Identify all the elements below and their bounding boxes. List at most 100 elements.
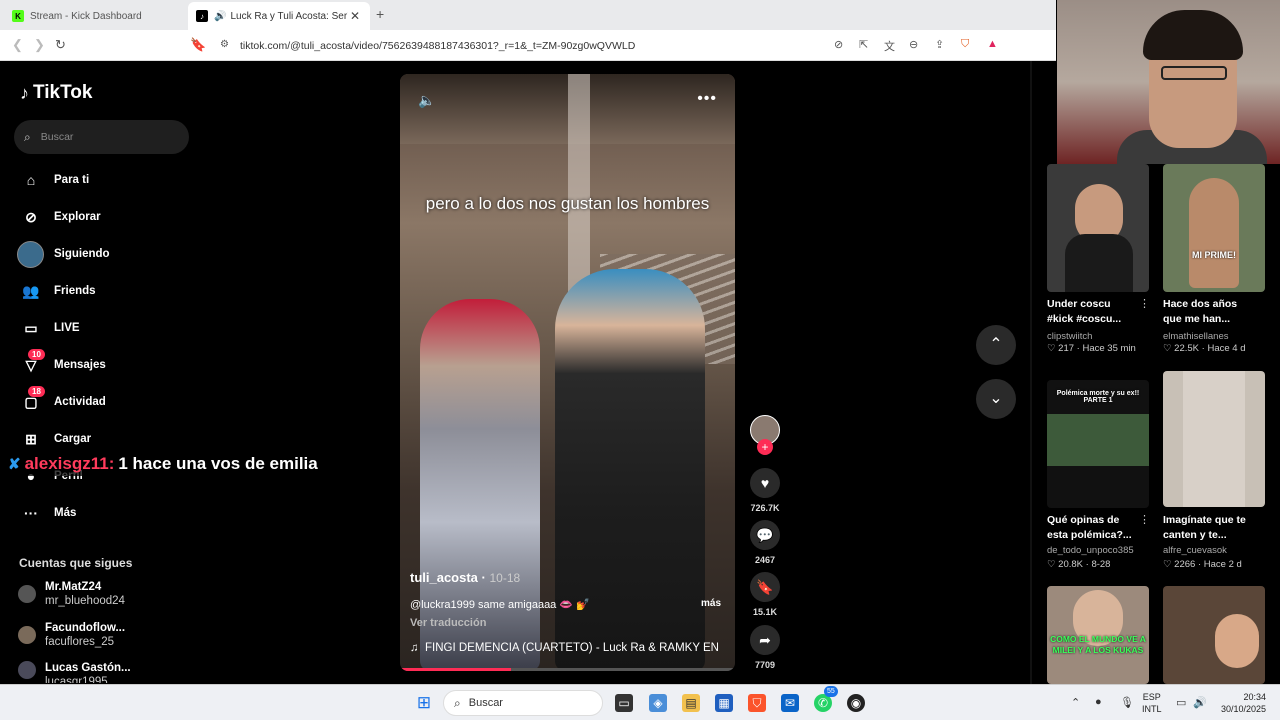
related-time: Hace 4 d — [1207, 343, 1246, 354]
sidebar-item-mas[interactable]: ··· Más — [20, 500, 76, 526]
sidebar-item-siguiendo[interactable]: Siguiendo — [17, 240, 110, 268]
file-explorer-icon[interactable]: ▤ — [682, 694, 700, 712]
related-video-thumbnail[interactable] — [1163, 371, 1265, 507]
related-video-title[interactable]: Hace dos años que me han... — [1163, 297, 1255, 327]
thumbnail-figure — [1183, 371, 1245, 507]
related-video-author[interactable]: clipstwiitch — [1047, 331, 1092, 342]
browser-tab-bar: K Stream - Kick Dashboard ♪ 🔊 Luck Ra y … — [0, 0, 1056, 30]
more-options-icon[interactable]: ⋮ — [1139, 513, 1150, 526]
following-account[interactable]: Facundoflow... facuflores_25 — [18, 621, 125, 649]
heart-outline-icon: ♡ — [1047, 343, 1056, 354]
related-video-thumbnail[interactable] — [1163, 586, 1265, 684]
related-video-title[interactable]: Imagínate que te canten y te... — [1163, 513, 1255, 543]
search-icon: ⌕ — [24, 129, 31, 144]
related-video-thumbnail[interactable] — [1047, 164, 1149, 292]
chat-username: alexisgz11: — [24, 454, 115, 473]
related-video-author[interactable]: alfre_cuevasok — [1163, 545, 1227, 556]
music-info[interactable]: ♫ FINGI DEMENCIA (CUARTETO) - Luck Ra & … — [410, 642, 719, 654]
like-button[interactable]: ♥ 726.7K — [748, 468, 782, 513]
previous-video-button[interactable]: ⌃ — [976, 325, 1016, 365]
sidebar-item-explorar[interactable]: ⊘ Explorar — [20, 204, 101, 230]
translate-icon[interactable]: 文 — [884, 38, 895, 54]
heart-icon: ♥ — [750, 468, 780, 498]
thumbnail-overlay-text: MI PRIME! — [1192, 250, 1236, 260]
sidebar-item-friends[interactable]: 👥 Friends — [20, 278, 95, 304]
thumbnail-overlay-text: Polémica morte y su ex!! PARTE 1 — [1056, 390, 1140, 404]
tiktok-logo[interactable]: ♪ TikTok — [20, 82, 92, 104]
sidebar-item-para-ti[interactable]: ⌂ Para ti — [20, 167, 89, 193]
share-arrow-icon: ➦ — [750, 625, 780, 655]
related-video-author[interactable]: elmathisellanes — [1163, 331, 1228, 342]
close-tab-icon[interactable]: ✕ — [348, 9, 362, 23]
outlook-icon[interactable]: ✉ — [781, 694, 799, 712]
messages-icon: ▽ 10 — [20, 348, 45, 374]
audio-playing-icon[interactable]: 🔊 — [214, 11, 226, 22]
whatsapp-badge: 55 — [824, 686, 838, 697]
follow-plus-icon[interactable]: + — [757, 439, 773, 455]
share-button[interactable]: ➦ 7709 — [748, 625, 782, 670]
related-video-title[interactable]: Under coscu #kick #coscu... — [1047, 297, 1139, 327]
related-video-thumbnail[interactable]: Polémica morte y su ex!! PARTE 1 — [1047, 380, 1149, 508]
related-video-thumbnail[interactable]: COMO EL MUNDO VE A MILEI Y A LOS KUKAS — [1047, 586, 1149, 684]
site-settings-icon[interactable]: ⚙ — [220, 39, 229, 50]
sidebar-item-label: Explorar — [54, 211, 101, 223]
video-progress-bar[interactable] — [400, 668, 735, 671]
related-video-thumbnail[interactable]: MI PRIME! — [1163, 164, 1265, 292]
next-video-button[interactable]: ⌄ — [976, 379, 1016, 419]
more-options-icon[interactable]: ••• — [697, 90, 717, 108]
activity-badge: 18 — [28, 385, 45, 397]
sidebar-item-actividad[interactable]: ▢ 18 Actividad — [20, 385, 106, 415]
sidebar-item-mensajes[interactable]: ▽ 10 Mensajes — [20, 348, 106, 378]
new-tab-button[interactable]: + — [376, 6, 384, 22]
language-indicator[interactable]: ESP INTL — [1142, 691, 1162, 715]
reload-icon[interactable]: ↻ — [55, 37, 66, 53]
forward-icon[interactable]: ❯ — [34, 37, 45, 53]
expand-description-button[interactable]: más — [701, 598, 721, 609]
bookmark-icon[interactable]: 🔖 — [190, 37, 206, 53]
stream-chat-overlay: ✘ alexisgz11: 1 hace una vos de emilia — [8, 452, 322, 476]
store-icon[interactable]: ▦ — [715, 694, 733, 712]
taskbar-search[interactable]: ⌕ Buscar — [443, 690, 603, 716]
following-account[interactable]: Mr.MatZ24 mr_bluehood24 — [18, 580, 125, 608]
task-view-icon[interactable]: ▭ — [615, 694, 633, 712]
clock[interactable]: 20:34 30/10/2025 — [1214, 691, 1266, 715]
brave-shield-icon[interactable]: ⛉ — [961, 38, 969, 51]
tray-app-icon[interactable]: ● — [1095, 696, 1102, 708]
zoom-icon[interactable]: ⊖ — [909, 38, 918, 51]
sidebar-item-cargar[interactable]: ⊞ Cargar — [20, 426, 91, 452]
video-author[interactable]: tuli_acosta · 10-18 — [410, 570, 520, 585]
network-icon[interactable]: ▭ — [1176, 696, 1186, 709]
microphone-icon[interactable]: 🎙 — [1120, 696, 1134, 709]
brave-rewards-icon[interactable]: ▲ — [987, 38, 998, 50]
sidebar-item-label: LIVE — [54, 322, 80, 334]
no-image-icon[interactable]: ⊘ — [834, 38, 843, 51]
volume-icon[interactable]: 🔈 — [418, 92, 435, 109]
widgets-icon[interactable]: ◈ — [649, 694, 667, 712]
live-icon: ▭ — [24, 319, 38, 336]
heart-outline-icon: ♡ — [1163, 343, 1172, 354]
search-input[interactable]: ⌕ Buscar — [14, 120, 189, 154]
tray-chevron-up-icon[interactable]: ⌃ — [1071, 696, 1080, 709]
video-player[interactable]: pero a lo dos nos gustan los hombres 🔈 •… — [400, 74, 735, 671]
following-account[interactable]: Lucas Gastón... lucasgr1995 — [18, 661, 131, 683]
obs-icon[interactable]: ◉ — [847, 694, 865, 712]
save-button[interactable]: 🔖 15.1K — [748, 572, 782, 617]
more-options-icon[interactable]: ⋮ — [1139, 297, 1150, 310]
author-name: tuli_acosta — [410, 570, 478, 585]
thumbnail-figure — [1189, 178, 1239, 288]
open-external-icon[interactable]: ⇱ — [859, 38, 868, 51]
related-video-author[interactable]: de_todo_unpoco385 — [1047, 545, 1134, 556]
translate-link[interactable]: Ver traducción — [410, 617, 486, 629]
thumbnail-figure — [1047, 414, 1149, 466]
comment-button[interactable]: 💬 2467 — [748, 520, 782, 565]
whatsapp-icon[interactable]: ✆ 55 — [814, 686, 838, 712]
sidebar-item-live[interactable]: ▭ LIVE — [20, 315, 80, 341]
volume-tray-icon[interactable]: 🔊 — [1193, 696, 1207, 709]
tab-tiktok-video[interactable]: ♪ 🔊 Luck Ra y Tuli Acosta: Seríamos ✕ — [188, 2, 370, 30]
windows-start-icon[interactable]: ⊞ — [415, 694, 433, 712]
related-video-title[interactable]: Qué opinas de esta polémica?... — [1047, 513, 1139, 543]
brave-browser-icon[interactable]: ⛉ — [748, 694, 766, 712]
tab-kick-dashboard[interactable]: K Stream - Kick Dashboard — [4, 2, 188, 30]
share-icon[interactable]: ⇪ — [935, 38, 944, 51]
back-icon[interactable]: ❮ — [12, 37, 23, 53]
